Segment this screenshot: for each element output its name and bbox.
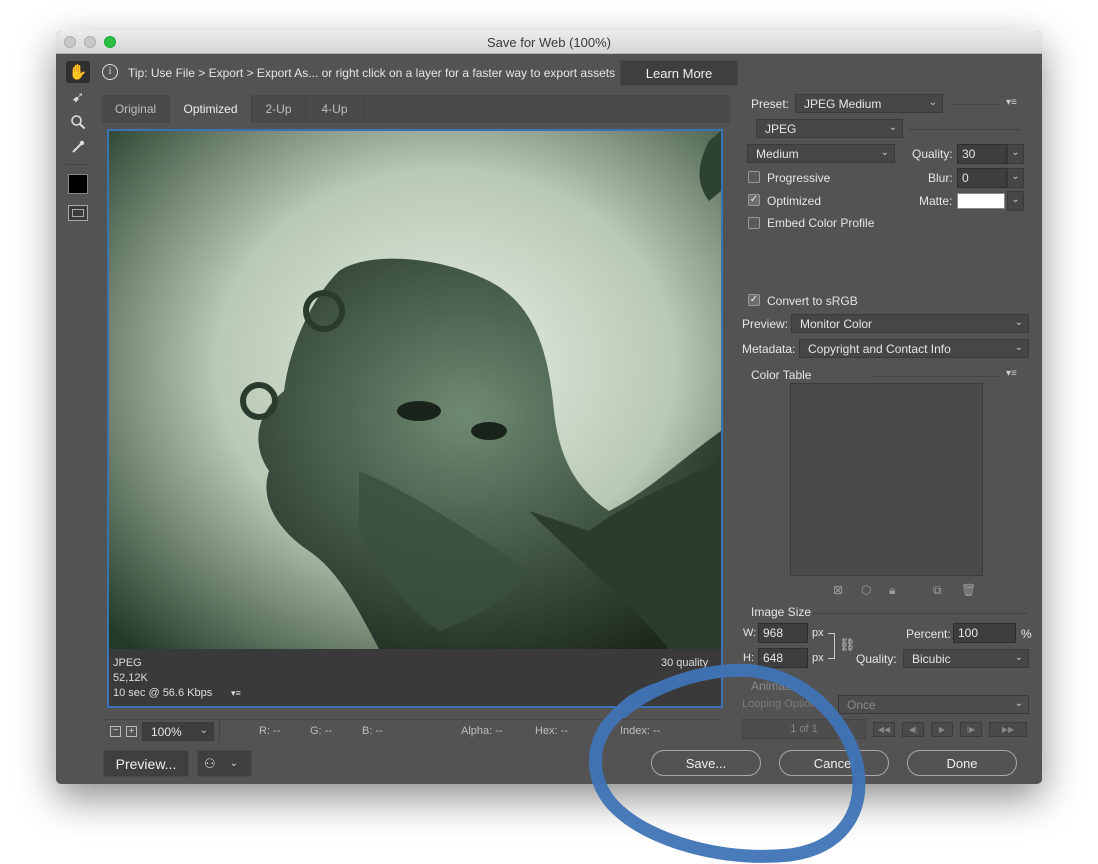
annotation-overlay	[588, 663, 866, 863]
hand-drawn-circle	[588, 663, 866, 863]
